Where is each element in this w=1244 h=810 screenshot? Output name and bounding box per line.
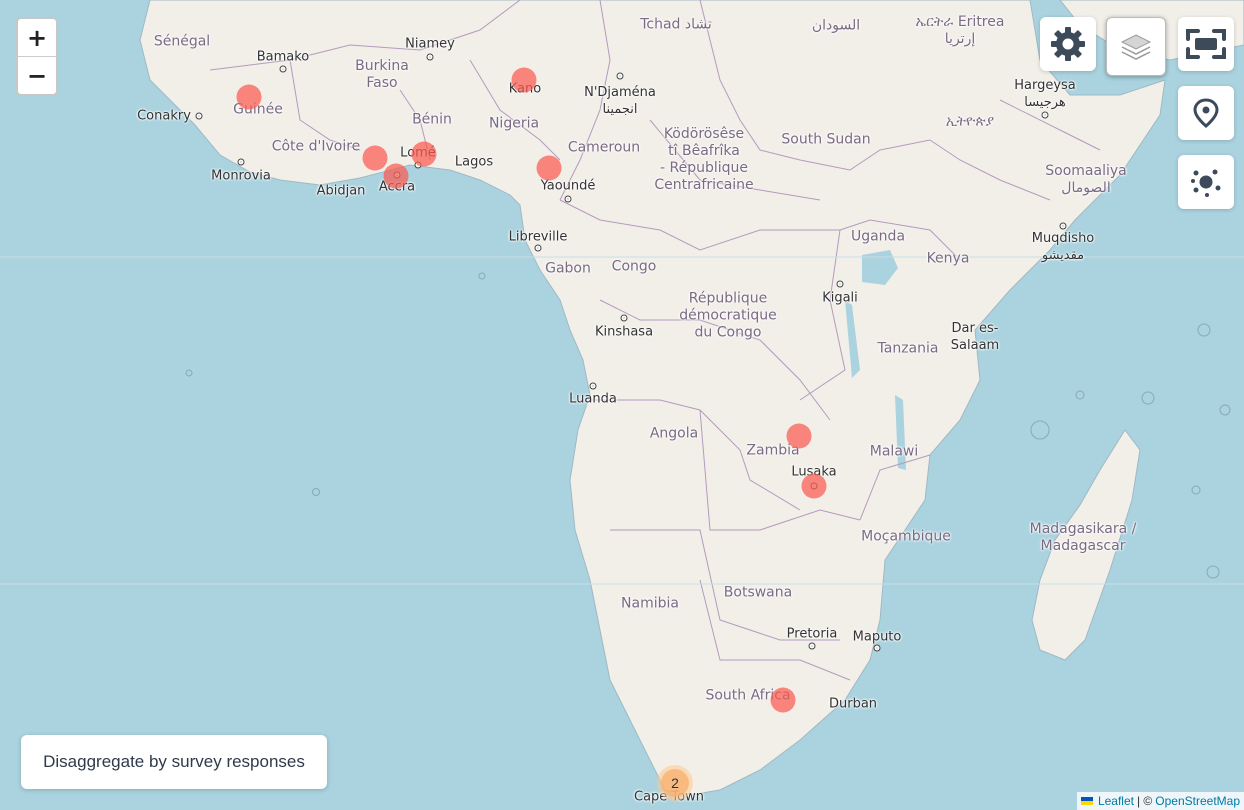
survey-marker[interactable]: [383, 163, 409, 189]
country-label: Nigeria: [488, 115, 540, 132]
city-label: Libreville: [508, 229, 568, 245]
country-label: Moçambique: [861, 528, 951, 545]
fullscreen-icon: [1186, 29, 1226, 59]
country-label: Côte d'Ivoire: [271, 138, 361, 155]
country-label: Namibia: [621, 595, 679, 612]
country-label: Tchad تشاد: [640, 16, 712, 33]
city-label: Conakry: [137, 108, 191, 124]
disaggregate-button[interactable]: Disaggregate by survey responses: [21, 735, 327, 789]
zoom-in-button[interactable]: +: [18, 19, 56, 56]
survey-marker[interactable]: [236, 84, 262, 110]
country-label: Malawi: [869, 443, 919, 460]
city-label: N'Djaména انجمينا: [584, 85, 656, 117]
country-label: Cameroun: [567, 139, 641, 156]
layers-icon: [1120, 33, 1152, 60]
survey-marker[interactable]: [801, 473, 827, 499]
city-dot-icon: [873, 644, 881, 652]
country-label: Ködörösêse tî Bêafrîka - République Centraf…: [654, 126, 754, 193]
city-label: Bamako: [256, 49, 310, 65]
city-dot-icon: [195, 112, 203, 120]
country-label: السودان: [811, 17, 861, 34]
city-label: Kigali: [822, 290, 858, 306]
survey-marker[interactable]: [770, 687, 796, 713]
city-label: Luanda: [569, 391, 617, 407]
land-africa: [139, 0, 1166, 796]
zoom-control: + −: [16, 17, 58, 96]
country-label: Kenya: [926, 250, 970, 267]
attribution-separator: | ©: [1136, 794, 1153, 808]
city-dot-icon: [1059, 222, 1067, 230]
city-label: Abidjan: [316, 183, 366, 199]
city-dot-icon: [616, 72, 624, 80]
city-dot-icon: [589, 382, 597, 390]
survey-marker[interactable]: [411, 141, 437, 167]
city-label: Hargeysa هرجيسا: [1014, 78, 1076, 110]
country-label: ኤርትራ Eritrea إرتريا: [915, 14, 1005, 47]
city-label: Monrovia: [211, 168, 271, 184]
city-dot-icon: [836, 280, 844, 288]
country-label: Uganda: [850, 228, 906, 245]
country-label: Madagasikara / Madagascar: [1029, 521, 1137, 554]
ukraine-flag-icon: [1080, 797, 1093, 805]
marker-cluster[interactable]: 2: [657, 765, 693, 801]
country-label: Soomaaliya الصومال: [1045, 163, 1127, 196]
city-label: Lagos: [454, 154, 494, 170]
cluster-count: 2: [661, 769, 689, 797]
location-pin-icon: [1193, 98, 1219, 128]
country-label: Botswana: [723, 584, 793, 601]
map-view[interactable]: Sénégal Burkina Faso Guinée Côte d'Ivoire Bén…: [0, 0, 1244, 810]
city-label: Durban: [828, 696, 878, 712]
country-label: ኢትዮጵያ: [945, 113, 995, 130]
country-label: Tanzania: [877, 340, 939, 357]
survey-marker[interactable]: [511, 67, 537, 93]
survey-marker[interactable]: [786, 423, 812, 449]
country-label: Gabon: [545, 260, 591, 277]
leaflet-link[interactable]: Leaflet: [1098, 794, 1134, 808]
cluster-icon: [1191, 169, 1221, 197]
settings-button[interactable]: [1040, 17, 1096, 71]
city-dot-icon: [534, 244, 542, 252]
cluster-button[interactable]: [1178, 155, 1234, 209]
survey-marker[interactable]: [362, 145, 388, 171]
city-label: Dar es- Salaam: [950, 321, 1000, 353]
zoom-out-button[interactable]: −: [18, 56, 56, 94]
city-dot-icon: [620, 314, 628, 322]
gear-icon: [1051, 27, 1085, 61]
city-label: Maputo: [852, 629, 902, 645]
city-dot-icon: [426, 53, 434, 61]
country-label: Sénégal: [153, 33, 211, 50]
country-label: Angola: [649, 425, 699, 442]
city-label: Muqdisho مقديشو: [1031, 231, 1095, 263]
country-label: Bénin: [412, 111, 452, 128]
country-label: République démocratique du Congo: [679, 290, 777, 341]
osm-link[interactable]: OpenStreetMap: [1155, 794, 1240, 808]
city-dot-icon: [808, 642, 816, 650]
country-label: Burkina Faso: [355, 58, 409, 91]
survey-marker[interactable]: [536, 155, 562, 181]
city-dot-icon: [279, 65, 287, 73]
layers-button[interactable]: [1106, 17, 1166, 76]
city-dot-icon: [1041, 111, 1049, 119]
fullscreen-button[interactable]: [1178, 17, 1234, 71]
city-dot-icon: [564, 195, 572, 203]
city-dot-icon: [237, 158, 245, 166]
country-label: South Sudan: [781, 131, 871, 148]
heatmap-button[interactable]: [1178, 86, 1234, 140]
city-label: Kinshasa: [594, 324, 654, 340]
city-label: Niamey: [405, 36, 455, 52]
city-label: Pretoria: [786, 626, 838, 642]
map-attribution: Leaflet | © OpenStreetMap: [1076, 792, 1244, 810]
country-label: Congo: [611, 258, 657, 275]
